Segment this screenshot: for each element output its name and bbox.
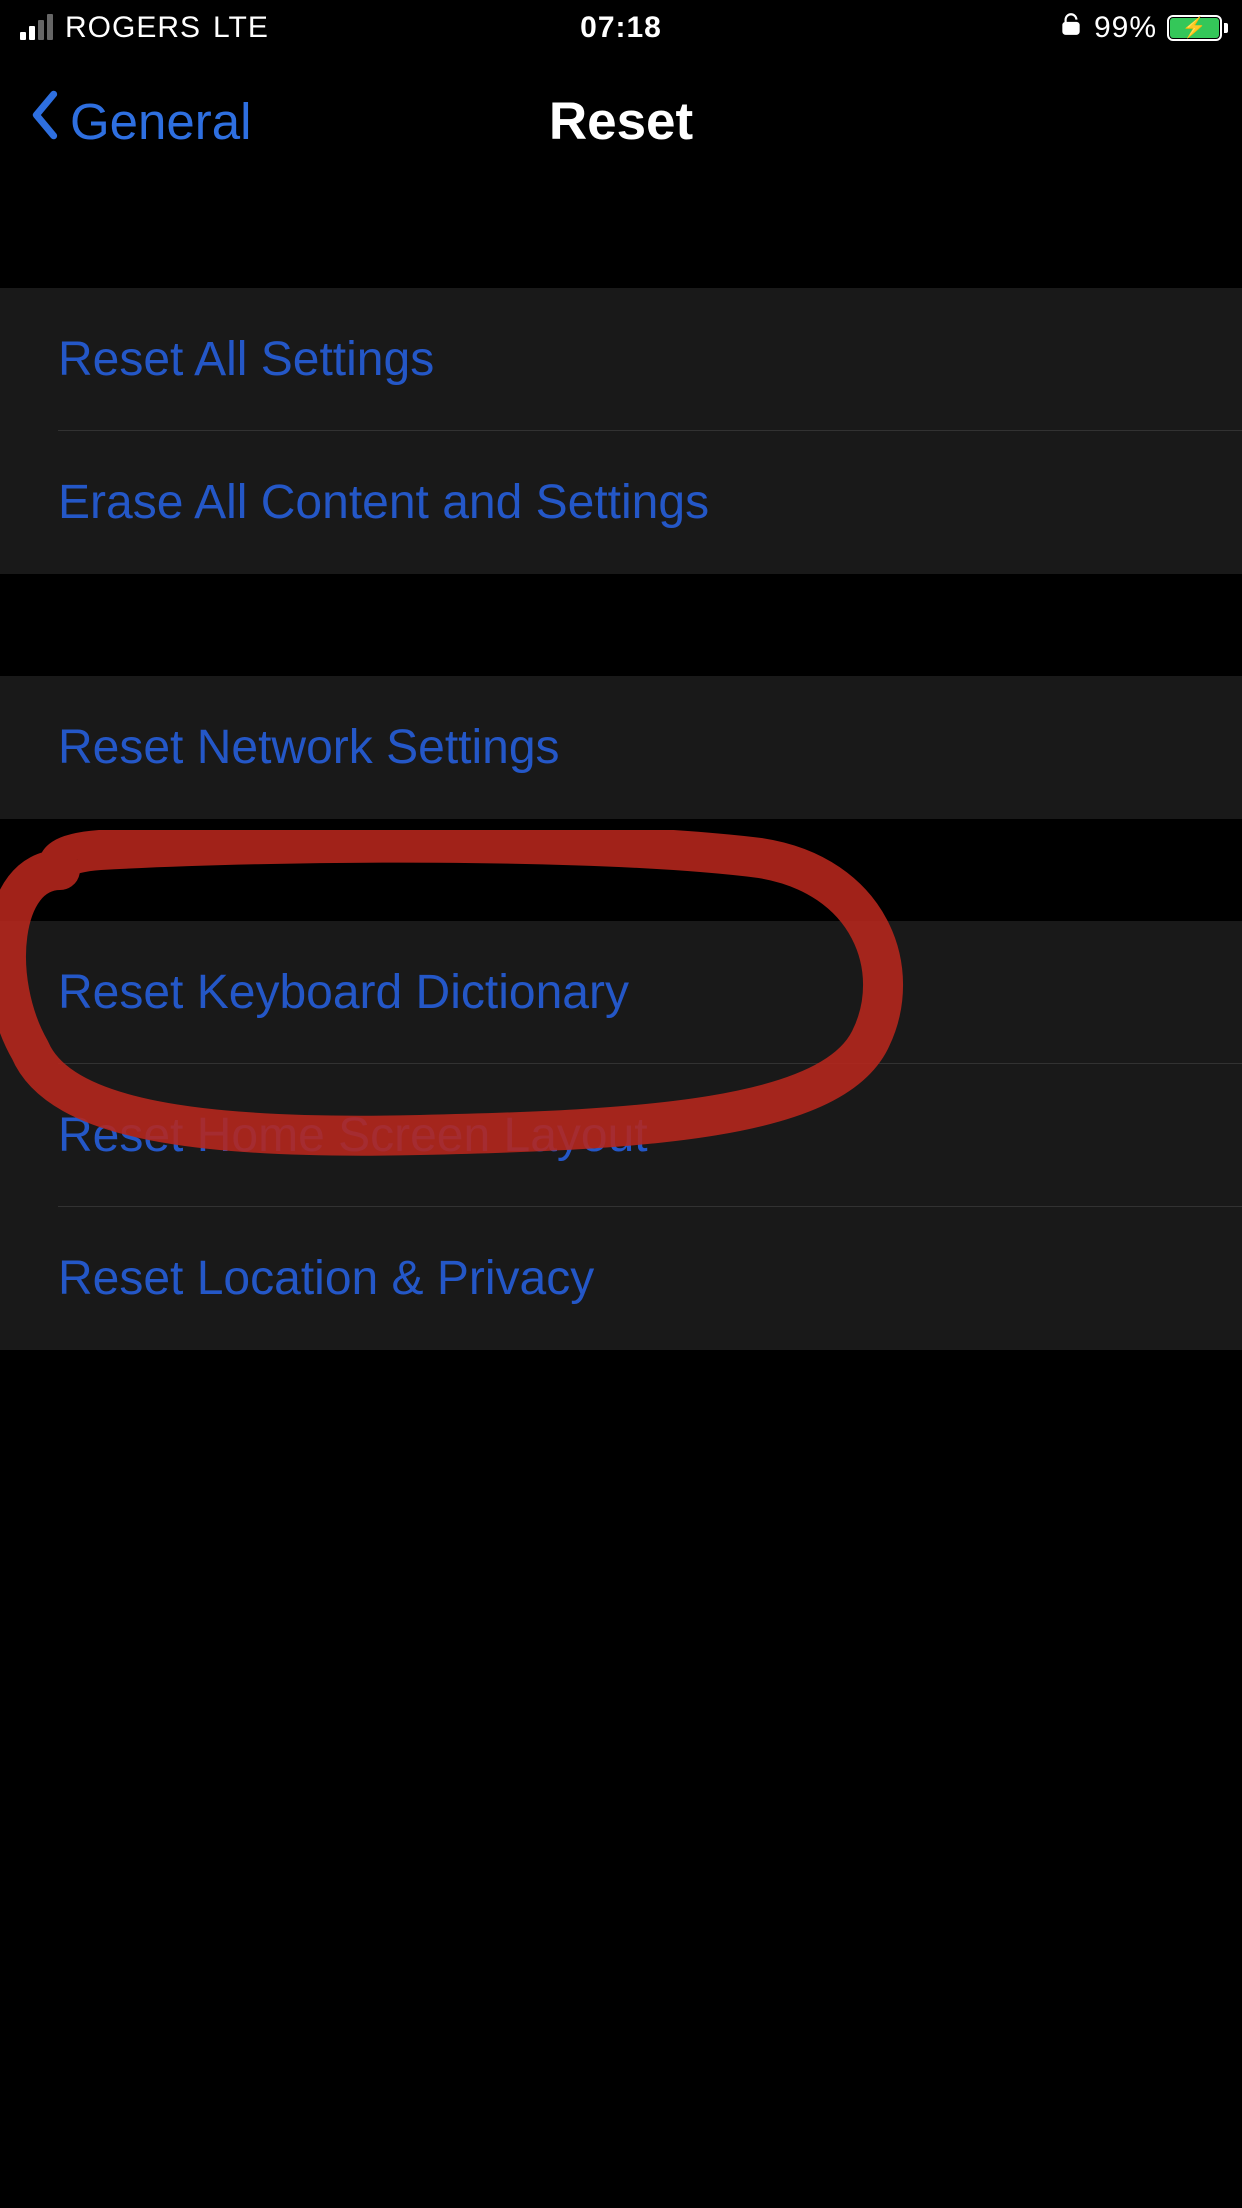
reset-network-settings-button[interactable]: Reset Network Settings: [0, 676, 1242, 819]
reset-all-settings-button[interactable]: Reset All Settings: [0, 288, 1242, 431]
reset-keyboard-dictionary-button[interactable]: Reset Keyboard Dictionary: [0, 921, 1242, 1064]
battery-percent-label: 99%: [1094, 11, 1157, 45]
status-right: 99% ⚡: [1058, 11, 1222, 45]
list-group: Reset Keyboard Dictionary Reset Home Scr…: [0, 921, 1242, 1350]
page-title: Reset: [549, 91, 693, 152]
section-gap: [0, 819, 1242, 921]
nav-bar: General Reset: [0, 56, 1242, 186]
reset-home-screen-layout-button[interactable]: Reset Home Screen Layout: [0, 1064, 1242, 1207]
list-item-label: Reset Keyboard Dictionary: [58, 965, 629, 1020]
orientation-lock-icon: [1058, 11, 1084, 45]
list-item-label: Reset Home Screen Layout: [58, 1108, 648, 1163]
battery-icon: ⚡: [1167, 15, 1222, 41]
back-button[interactable]: General: [28, 89, 251, 153]
list-group: Reset All Settings Erase All Content and…: [0, 288, 1242, 574]
list-item-label: Reset All Settings: [58, 332, 434, 387]
cell-signal-icon: [20, 16, 53, 40]
chevron-left-icon: [28, 89, 62, 153]
section-gap: [0, 574, 1242, 676]
network-type-label: LTE: [213, 11, 269, 45]
list-item-label: Erase All Content and Settings: [58, 475, 709, 530]
list-group: Reset Network Settings: [0, 676, 1242, 819]
list-item-label: Reset Location & Privacy: [58, 1251, 594, 1306]
erase-all-content-button[interactable]: Erase All Content and Settings: [0, 431, 1242, 574]
section-gap: [0, 186, 1242, 288]
carrier-label: ROGERS: [65, 11, 201, 45]
status-bar: ROGERS LTE 07:18 99% ⚡: [0, 0, 1242, 56]
clock-label: 07:18: [580, 11, 662, 45]
status-left: ROGERS LTE: [20, 11, 269, 45]
list-item-label: Reset Network Settings: [58, 720, 560, 775]
back-label: General: [70, 92, 251, 151]
reset-location-privacy-button[interactable]: Reset Location & Privacy: [0, 1207, 1242, 1350]
